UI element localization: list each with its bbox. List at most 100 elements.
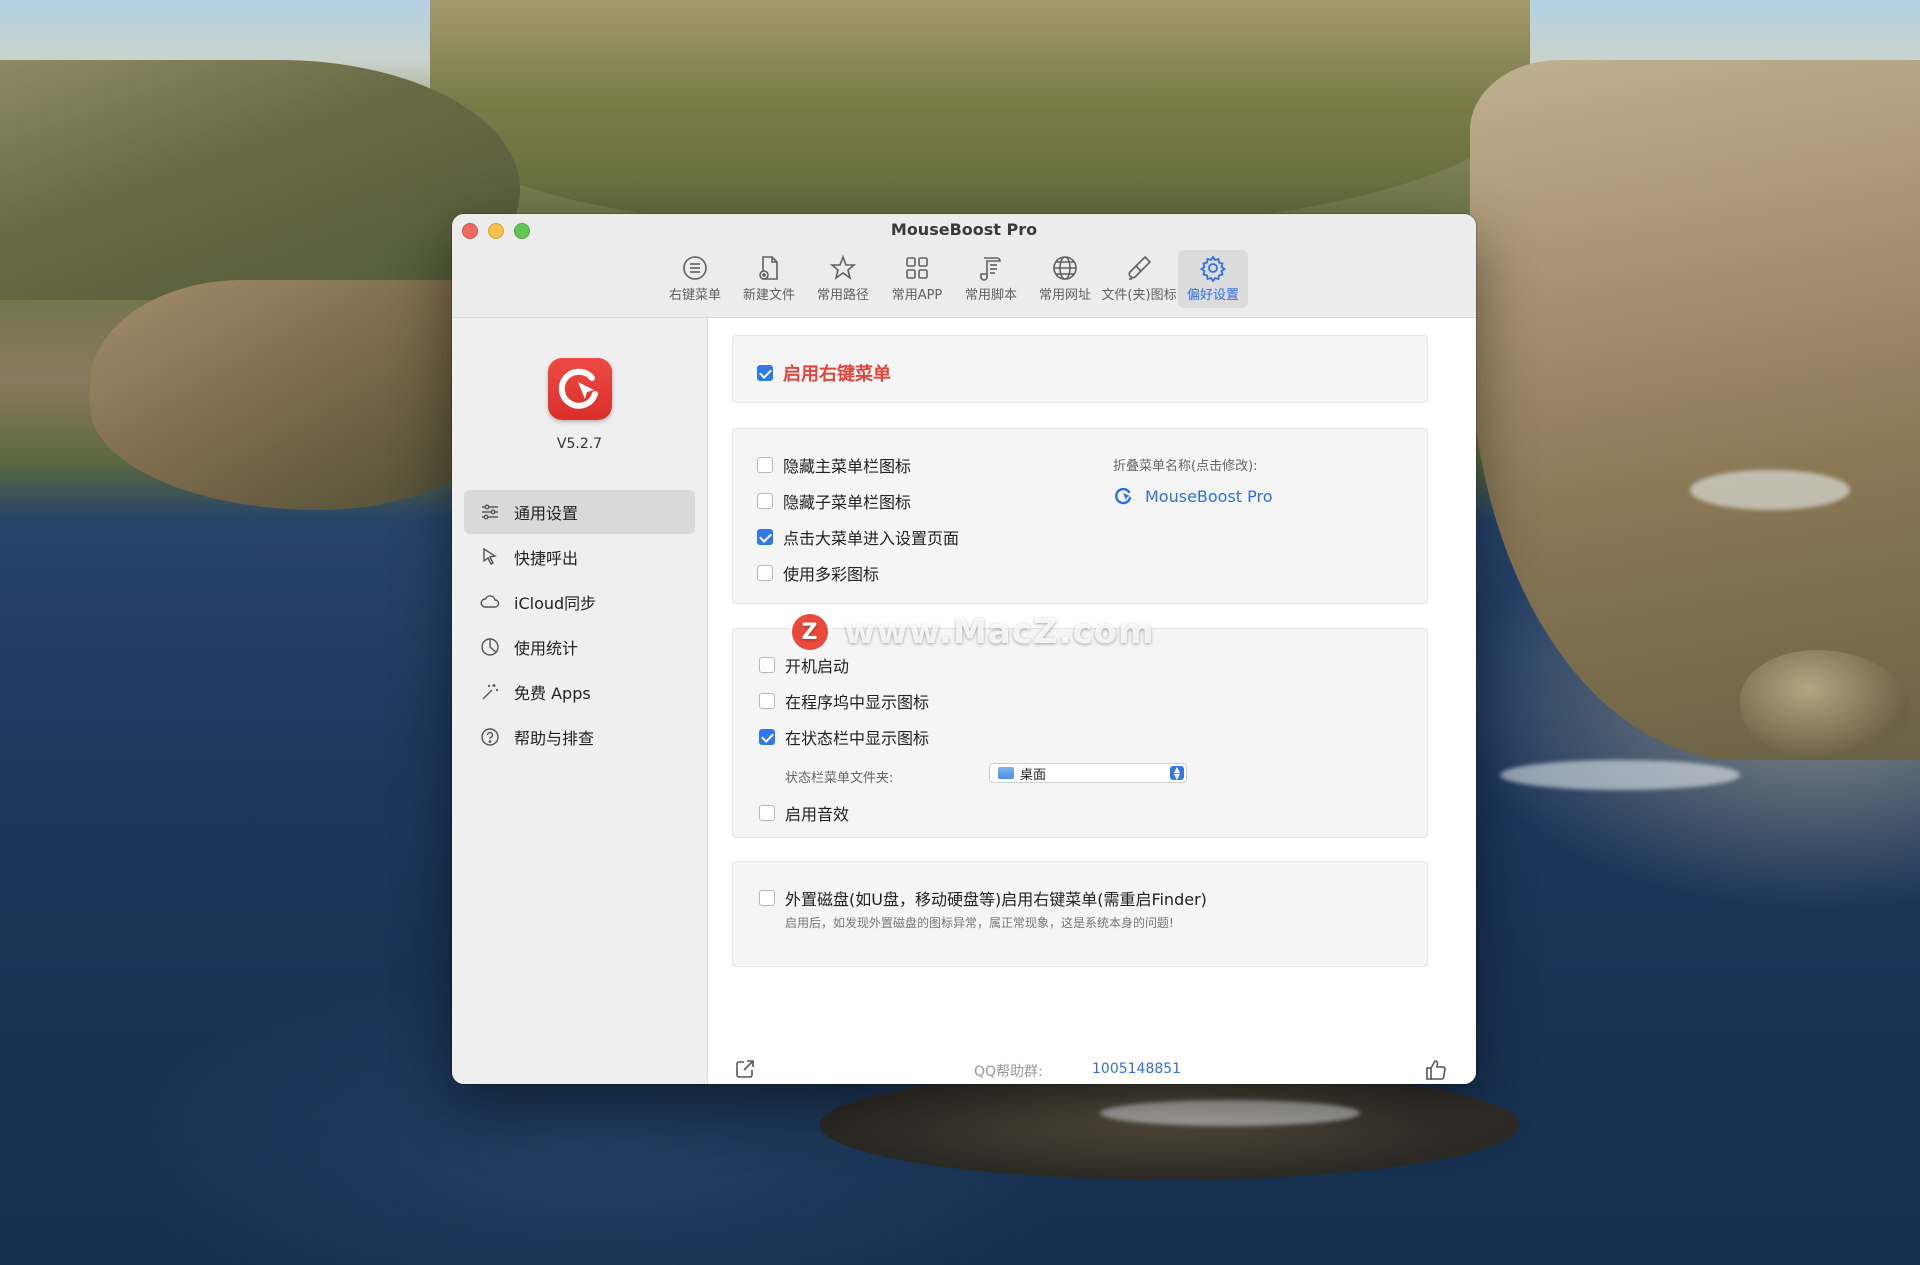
option-label: 在程序坞中显示图标 xyxy=(785,693,930,712)
pie-chart-icon xyxy=(481,638,499,656)
sidebar-item-usage-stats[interactable]: 使用统计 xyxy=(464,625,695,669)
system-options-panel: 开机启动 在程序坞中显示图标 在状态栏中显示图标 状态栏菜单文件夹: 桌面 ▲ ▼… xyxy=(732,628,1428,838)
launch-at-login-option[interactable]: 开机启动 xyxy=(759,653,849,677)
hide-main-menu-icon-checkbox[interactable] xyxy=(757,457,773,473)
gear-icon xyxy=(1199,255,1227,282)
enable-panel: 启用右键菜单 xyxy=(732,335,1428,403)
brush-icon xyxy=(1128,255,1152,280)
sidebar-item-label: iCloud同步 xyxy=(514,594,597,613)
cloud-icon xyxy=(480,595,500,608)
globe-icon xyxy=(1053,256,1077,280)
share-icon[interactable] xyxy=(734,1058,756,1080)
qq-group-number[interactable]: 1005148851 xyxy=(1092,1061,1181,1077)
sidebar-item-label: 免费 Apps xyxy=(514,684,591,703)
external-disk-option[interactable]: 外置磁盘(如U盘，移动硬盘等)启用右键菜单(需重启Finder) xyxy=(759,886,1207,910)
script-icon xyxy=(980,257,1001,281)
tab-label: 偏好设置 xyxy=(1186,288,1239,303)
enable-context-menu-checkbox[interactable] xyxy=(757,365,773,381)
tab-common-apps[interactable]: 常用APP xyxy=(882,250,952,308)
grid-icon xyxy=(906,257,928,279)
show-in-dock-checkbox[interactable] xyxy=(759,693,775,709)
mouseboost-logo-icon xyxy=(1115,487,1132,505)
sidebar-item-label: 通用设置 xyxy=(514,504,579,523)
show-in-dock-option[interactable]: 在程序坞中显示图标 xyxy=(759,689,929,713)
fold-menu-name-value: MouseBoost Pro xyxy=(1145,486,1273,506)
show-in-status-bar-checkbox[interactable] xyxy=(759,729,775,745)
external-disk-note: 启用后，如发现外置磁盘的图标异常，属正常现象，这是系统本身的问题! xyxy=(785,916,1174,930)
new-file-icon xyxy=(759,256,778,280)
settings-main: 启用右键菜单 隐藏主菜单栏图标 隐藏子菜单栏图标 点击大菜单进入设置页面 使用多… xyxy=(708,318,1476,1084)
chevron-up-down-icon: ▲ ▼ xyxy=(1170,766,1184,781)
tab-common-urls[interactable]: 常用网址 xyxy=(1030,250,1100,308)
magic-wand-icon xyxy=(482,684,498,700)
option-label: 隐藏子菜单栏图标 xyxy=(783,493,912,512)
star-icon xyxy=(829,254,857,280)
sidebar-item-label: 帮助与排查 xyxy=(514,729,595,748)
watermark-text: www.MacZ.com xyxy=(844,612,1155,652)
enable-sound-option[interactable]: 启用音效 xyxy=(759,801,849,825)
sidebar-item-label: 使用统计 xyxy=(514,639,579,658)
show-in-status-bar-option[interactable]: 在状态栏中显示图标 xyxy=(759,725,929,749)
wallpaper-hill xyxy=(430,0,1530,230)
sidebar-item-quick-launch[interactable]: 快捷呼出 xyxy=(464,535,695,579)
hide-submenu-icon-option[interactable]: 隐藏子菜单栏图标 xyxy=(757,489,911,513)
tab-context-menu[interactable]: 右键菜单 xyxy=(660,250,730,308)
click-menu-open-settings-option[interactable]: 点击大菜单进入设置页面 xyxy=(757,525,959,549)
tab-label: 新建文件 xyxy=(742,288,795,303)
fold-menu-name-link[interactable]: MouseBoost Pro xyxy=(1113,485,1273,507)
tab-preferences[interactable]: 偏好设置 xyxy=(1178,250,1248,308)
app-version: V5.2.7 xyxy=(556,436,603,452)
enable-context-menu-option[interactable]: 启用右键菜单 xyxy=(757,360,891,386)
toolbar: 右键菜单 新建文件 常用路径 常用APP 常用脚本 常用网址 文件(夹)图标 偏… xyxy=(660,250,1248,308)
click-menu-open-settings-checkbox[interactable] xyxy=(757,529,773,545)
wallpaper-cliff xyxy=(90,280,510,510)
tab-new-file[interactable]: 新建文件 xyxy=(734,250,804,308)
hide-main-menu-icon-option[interactable]: 隐藏主菜单栏图标 xyxy=(757,453,911,477)
external-disk-panel: 外置磁盘(如U盘，移动硬盘等)启用右键菜单(需重启Finder) 启用后，如发现… xyxy=(732,861,1428,967)
list-icon xyxy=(683,256,707,280)
sidebar-item-label: 快捷呼出 xyxy=(514,549,579,568)
enable-context-menu-label: 启用右键菜单 xyxy=(783,364,891,385)
sidebar-item-general-settings[interactable]: 通用设置 xyxy=(464,490,695,534)
thumbs-up-icon[interactable] xyxy=(1424,1058,1448,1082)
tab-label: 常用网址 xyxy=(1038,288,1091,303)
option-label: 点击大菜单进入设置页面 xyxy=(783,529,960,548)
option-label: 在状态栏中显示图标 xyxy=(785,729,930,748)
launch-at-login-checkbox[interactable] xyxy=(759,657,775,673)
enable-sound-checkbox[interactable] xyxy=(759,805,775,821)
status-bar-folder-label: 状态栏菜单文件夹: xyxy=(785,771,894,786)
hide-submenu-icon-checkbox[interactable] xyxy=(757,493,773,509)
mouseboost-logo-icon xyxy=(558,368,598,409)
menu-options-panel: 隐藏主菜单栏图标 隐藏子菜单栏图标 点击大菜单进入设置页面 使用多彩图标 折叠菜… xyxy=(732,428,1428,604)
option-label: 隐藏主菜单栏图标 xyxy=(783,457,912,476)
sidebar-item-icloud-sync[interactable]: iCloud同步 xyxy=(464,580,695,624)
option-label: 开机启动 xyxy=(785,657,850,676)
tab-label: 常用路径 xyxy=(816,288,869,303)
external-disk-checkbox[interactable] xyxy=(759,890,775,906)
sidebar-item-free-apps[interactable]: 免费 Apps xyxy=(464,670,695,714)
status-bar-folder-value: 桌面 xyxy=(1020,767,1047,783)
tab-label: 右键菜单 xyxy=(668,288,721,303)
status-bar-folder-select[interactable]: 桌面 ▲ ▼ xyxy=(989,763,1187,783)
wallpaper-rock xyxy=(820,1070,1520,1180)
app-logo xyxy=(548,358,612,420)
colorful-icons-option[interactable]: 使用多彩图标 xyxy=(757,561,879,585)
tab-file-folder-icons[interactable]: 文件(夹)图标 xyxy=(1101,250,1177,308)
tab-common-paths[interactable]: 常用路径 xyxy=(808,250,878,308)
wallpaper-surf xyxy=(1500,760,1740,790)
sidebar-item-help[interactable]: 帮助与排查 xyxy=(464,715,695,759)
window-title: MouseBoost Pro xyxy=(890,220,1038,239)
wallpaper-surf xyxy=(1690,470,1850,510)
cursor-icon xyxy=(483,547,497,565)
sidebar-nav: 通用设置 快捷呼出 iCloud同步 使用统计 免费 Apps 帮助与排查 xyxy=(464,490,695,760)
colorful-icons-checkbox[interactable] xyxy=(757,565,773,581)
title-bar: MouseBoost Pro 右键菜单 新建文件 常用路径 常用APP 常用脚本 xyxy=(452,214,1476,318)
wallpaper-surf xyxy=(1100,1100,1360,1126)
option-label: 启用音效 xyxy=(785,805,850,824)
tab-label: 常用APP xyxy=(891,288,943,303)
option-label: 外置磁盘(如U盘，移动硬盘等)启用右键菜单(需重启Finder) xyxy=(785,890,1207,909)
qq-group-label: QQ帮助群: xyxy=(974,1064,1043,1080)
watermark-logo: Z xyxy=(790,612,830,652)
tab-label: 常用脚本 xyxy=(964,288,1017,303)
tab-common-scripts[interactable]: 常用脚本 xyxy=(956,250,1026,308)
